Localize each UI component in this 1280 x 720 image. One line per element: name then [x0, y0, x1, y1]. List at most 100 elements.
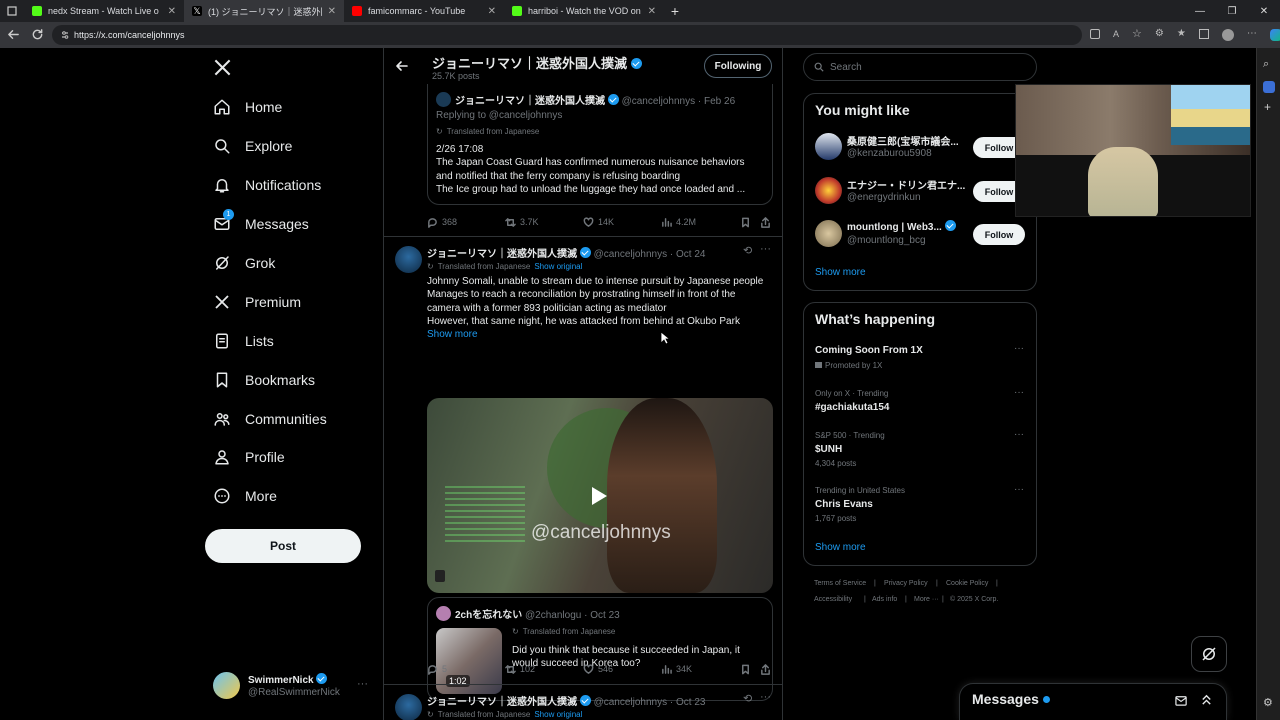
sidebar-ext-icon[interactable] — [1263, 81, 1275, 93]
tweet[interactable]: ジョニーリマソ｜迷惑外国人撲滅 @canceljohnnys · Oct 24 … — [384, 237, 782, 701]
sidebar-add-icon[interactable]: + — [1264, 100, 1271, 114]
footer-link[interactable]: Privacy Policy — [884, 580, 928, 587]
account-more-icon[interactable]: ··· — [357, 678, 368, 690]
tweet-date[interactable]: Oct 23 — [676, 697, 705, 708]
expand-drawer-icon[interactable] — [1200, 693, 1213, 706]
messages-drawer[interactable]: Messages — [959, 683, 1227, 720]
footer-link[interactable]: More ··· — [914, 596, 939, 603]
collections-icon[interactable] — [1198, 29, 1209, 39]
install-app-icon[interactable] — [1090, 29, 1100, 39]
grok-button[interactable] — [1191, 636, 1227, 672]
tweet-more-icon[interactable]: ··· — [760, 691, 771, 703]
minimize-icon[interactable]: — — [1184, 6, 1216, 17]
suggested-user[interactable]: 桑原健三郎(宝塚市議会... @kenzaburou5908 Follow — [804, 130, 1036, 168]
like-button[interactable]: 546 — [583, 664, 613, 675]
bookmark-button[interactable] — [740, 217, 751, 228]
share-button[interactable] — [760, 216, 771, 228]
browser-tab[interactable]: nedx Stream - Watch Live o ✕ — [24, 0, 184, 22]
trend-more-icon[interactable]: ··· — [1014, 387, 1024, 398]
sidebar-search-icon[interactable]: ⌕ — [1263, 58, 1269, 71]
show-original-link[interactable]: Show original — [534, 262, 582, 271]
tab-close-icon[interactable]: ✕ — [328, 6, 336, 17]
back-icon[interactable] — [7, 28, 20, 41]
footer-link[interactable]: Ads info — [872, 596, 897, 603]
show-more-link[interactable]: Show more — [427, 328, 777, 341]
show-original-link[interactable]: Show original — [534, 710, 582, 719]
repost-button[interactable]: 3.7K — [505, 217, 539, 228]
site-info-icon[interactable] — [60, 30, 70, 40]
nav-home[interactable]: Home — [213, 98, 282, 116]
repost-button[interactable]: 102 — [505, 664, 535, 675]
show-more-link[interactable]: Show more — [815, 267, 866, 278]
trend-more-icon[interactable]: ··· — [1014, 429, 1024, 440]
favorites-icon[interactable]: ★ — [1177, 29, 1186, 41]
author-handle[interactable]: @canceljohnnys — [594, 697, 668, 708]
trend-more-icon[interactable]: ··· — [1014, 343, 1024, 354]
share-button[interactable] — [760, 663, 771, 675]
back-arrow-icon[interactable] — [395, 59, 409, 73]
trend-item[interactable]: S&P 500 · Trending $UNH 4,304 posts ··· — [804, 429, 1036, 473]
sidebar-settings-icon[interactable]: ⚙ — [1263, 696, 1273, 709]
browser-tab[interactable]: famicommarc - YouTube ✕ — [344, 0, 504, 22]
trend-item[interactable]: Trending in United States Chris Evans 1,… — [804, 484, 1036, 528]
post-button[interactable]: Post — [205, 529, 361, 563]
follow-button[interactable]: Follow — [973, 224, 1025, 245]
reload-icon[interactable] — [31, 28, 44, 41]
trend-more-icon[interactable]: ··· — [1014, 484, 1024, 495]
author-name[interactable]: ジョニーリマソ｜迷惑外国人撲滅 — [427, 249, 577, 260]
trend-item[interactable]: Only on X · Trending #gachiakuta154 ··· — [804, 387, 1036, 419]
profile-avatar-icon[interactable] — [1221, 29, 1234, 41]
author-name[interactable]: ジョニーリマソ｜迷惑外国人撲滅 — [427, 697, 577, 708]
nav-more[interactable]: More — [213, 487, 277, 505]
bookmark-button[interactable] — [740, 664, 751, 675]
following-button[interactable]: Following — [704, 54, 772, 78]
avatar[interactable] — [395, 246, 422, 273]
views-button[interactable]: 4.2M — [661, 217, 696, 228]
nav-messages[interactable]: 1 Messages — [213, 209, 309, 233]
tab-close-icon[interactable]: ✕ — [488, 6, 496, 17]
suggested-user[interactable]: エナジー・ドリン君エナ... @energydrinkun Follow — [804, 174, 1036, 212]
avatar[interactable] — [395, 694, 422, 720]
footer-link[interactable]: Terms of Service — [814, 580, 866, 587]
new-message-icon[interactable] — [1175, 694, 1188, 707]
footer-link[interactable]: Accessibility — [814, 596, 852, 603]
x-logo-icon[interactable] — [213, 58, 232, 77]
tweet-date[interactable]: Oct 24 — [676, 249, 705, 260]
views-button[interactable]: 34K — [661, 664, 692, 675]
grok-analyze-icon[interactable]: ⟲ — [743, 244, 752, 257]
nav-lists[interactable]: Lists — [213, 332, 274, 350]
quoted-tweet[interactable]: ジョニーリマソ｜迷惑外国人撲滅 @canceljohnnys · Feb 26 … — [427, 84, 773, 205]
tab-close-icon[interactable]: ✕ — [648, 6, 656, 17]
tweet[interactable]: ジョニーリマソ｜迷惑外国人撲滅 @canceljohnnys · Oct 23 … — [384, 685, 782, 720]
browser-tab[interactable]: harriboi - Watch the VOD on Kick ✕ — [504, 0, 664, 22]
read-aloud-icon[interactable]: A — [1113, 29, 1119, 41]
nav-premium[interactable]: Premium — [213, 293, 301, 311]
menu-dots-icon[interactable]: ⋯ — [1247, 29, 1257, 41]
maximize-icon[interactable]: ❐ — [1216, 6, 1248, 17]
suggested-user[interactable]: mountlong | Web3... @mountlong_bcg Follo… — [804, 217, 1036, 255]
nav-communities[interactable]: Communities — [213, 410, 327, 428]
tweet-more-icon[interactable]: ··· — [760, 243, 771, 255]
play-icon[interactable] — [590, 486, 608, 506]
window-menu-icon[interactable] — [0, 6, 24, 16]
tab-close-icon[interactable]: ✕ — [168, 6, 176, 17]
show-more-link[interactable]: Show more — [815, 542, 866, 553]
close-window-icon[interactable]: ✕ — [1248, 6, 1280, 17]
reply-button[interactable]: 368 — [427, 217, 457, 228]
extensions-icon[interactable]: ⚙ — [1155, 29, 1164, 41]
reply-button[interactable]: 5 — [427, 664, 447, 675]
footer-link[interactable]: Cookie Policy — [946, 580, 988, 587]
author-handle[interactable]: @canceljohnnys — [594, 249, 668, 260]
grok-analyze-icon[interactable]: ⟲ — [743, 692, 752, 705]
favorite-star-icon[interactable]: ☆ — [1132, 29, 1142, 41]
nav-explore[interactable]: Explore — [213, 137, 292, 155]
nav-grok[interactable]: Grok — [213, 254, 275, 272]
new-tab-button[interactable]: + — [664, 3, 686, 19]
tweet-video[interactable]: @canceljohnnys — [427, 398, 773, 593]
account-switcher[interactable]: SwimmerNick @RealSwimmerNick ··· — [213, 672, 373, 702]
url-field[interactable]: https://x.com/canceljohnnys — [52, 25, 1082, 45]
nav-notifications[interactable]: Notifications — [213, 176, 321, 194]
trend-item[interactable]: Coming Soon From 1X Promoted by 1X ··· — [804, 341, 1036, 377]
browser-tab-active[interactable]: 𝕏 (1) ジョニーリマソ｜迷惑外国人撲滅 ✕ — [184, 0, 344, 22]
nav-profile[interactable]: Profile — [213, 448, 285, 466]
